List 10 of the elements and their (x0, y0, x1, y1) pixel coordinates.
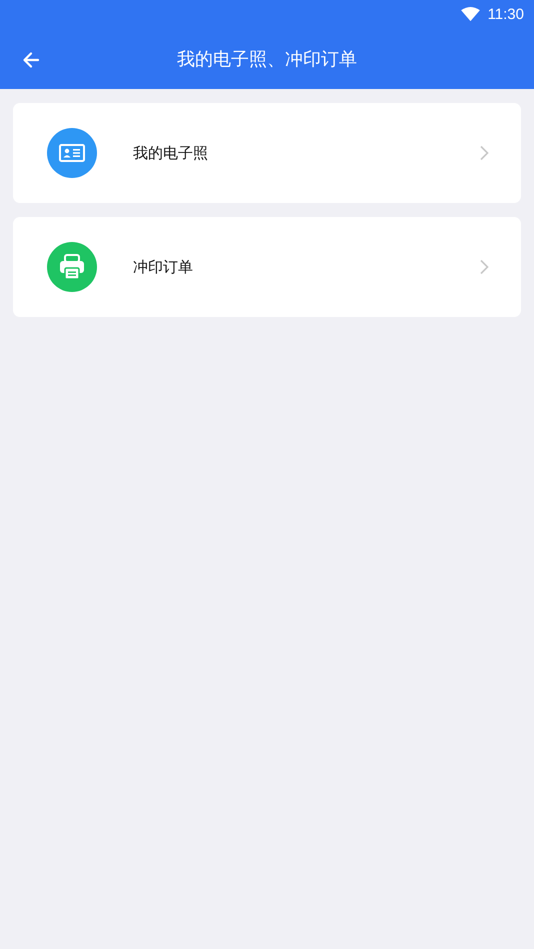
menu-label: 冲印订单 (133, 258, 194, 276)
menu-card[interactable]: 我的电子照 (13, 103, 521, 203)
back-arrow-icon (21, 50, 41, 70)
wifi-icon (460, 6, 480, 22)
menu-label: 我的电子照 (133, 144, 209, 162)
chevron-right-icon (479, 259, 489, 275)
menu-card[interactable]: 冲印订单 (13, 217, 521, 317)
page-title: 我的电子照、冲印订单 (177, 48, 357, 70)
status-time: 11:30 (488, 6, 524, 22)
chevron-right-icon (479, 145, 489, 161)
